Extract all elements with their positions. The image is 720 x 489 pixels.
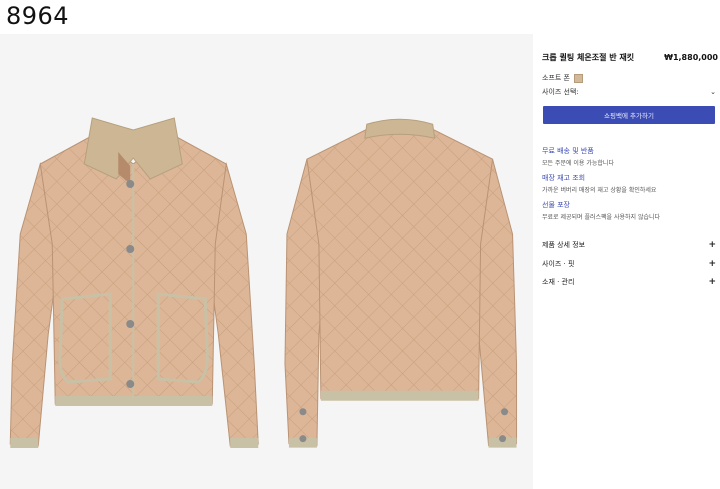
add-to-bag-label: 쇼핑백에 추가하기 <box>604 112 654 120</box>
info-heading[interactable]: 매장 재고 조회 <box>542 173 714 183</box>
accordion-label: 소재 · 관리 <box>542 278 575 286</box>
info-text: 모든 주문에 이용 가능합니다 <box>542 160 614 167</box>
plus-icon: + <box>708 277 716 287</box>
info-text: 무료로 제공되며 플러스팩을 사용하지 않습니다 <box>542 214 661 221</box>
image-code-label: 8964 <box>6 2 70 30</box>
product-gallery <box>0 34 533 489</box>
accordion-product-details[interactable]: 제품 상세 정보 + <box>542 240 716 250</box>
chevron-down-icon: ⌄ <box>710 88 716 96</box>
product-photo-front[interactable] <box>0 34 267 489</box>
color-row: 소프트 폰 <box>542 73 583 83</box>
info-heading[interactable]: 무료 배송 및 반품 <box>542 146 714 156</box>
info-gift-wrap: 선물 포장 무료로 제공되며 플러스팩을 사용하지 않습니다 <box>542 200 714 221</box>
info-free-shipping: 무료 배송 및 반품 모든 주문에 이용 가능합니다 <box>542 146 714 167</box>
accordion-label: 사이즈 · 핏 <box>542 260 575 268</box>
product-title: 크롭 퀼팅 체온조절 반 재킷 <box>542 53 635 62</box>
product-photo-back[interactable] <box>267 34 534 489</box>
info-text: 가까운 버버리 매장의 재고 상황을 확인하세요 <box>542 187 657 194</box>
title-row: 크롭 퀼팅 체온조절 반 재킷 ₩1,880,000 <box>542 52 718 63</box>
product-price: ₩1,880,000 <box>664 53 718 62</box>
size-selector[interactable]: 사이즈 선택: ⌄ <box>542 87 716 97</box>
plus-icon: + <box>708 240 716 250</box>
info-heading[interactable]: 선물 포장 <box>542 200 714 210</box>
jacket-front-illustration <box>9 117 259 448</box>
info-store-stock: 매장 재고 조회 가까운 버버리 매장의 재고 상황을 확인하세요 <box>542 173 714 194</box>
product-info-panel: 크롭 퀼팅 체온조절 반 재킷 ₩1,880,000 소프트 폰 사이즈 선택:… <box>540 34 718 489</box>
size-selector-label: 사이즈 선택: <box>542 88 579 96</box>
plus-icon: + <box>708 259 716 269</box>
accordion-size-fit[interactable]: 사이즈 · 핏 + <box>542 259 716 269</box>
color-name: 소프트 폰 <box>542 74 570 82</box>
jacket-back-illustration <box>283 118 517 448</box>
add-to-bag-button[interactable]: 쇼핑백에 추가하기 <box>543 106 715 124</box>
color-swatch[interactable] <box>574 73 583 83</box>
accordion-material-care[interactable]: 소재 · 관리 + <box>542 277 716 287</box>
accordion-label: 제품 상세 정보 <box>542 241 586 249</box>
